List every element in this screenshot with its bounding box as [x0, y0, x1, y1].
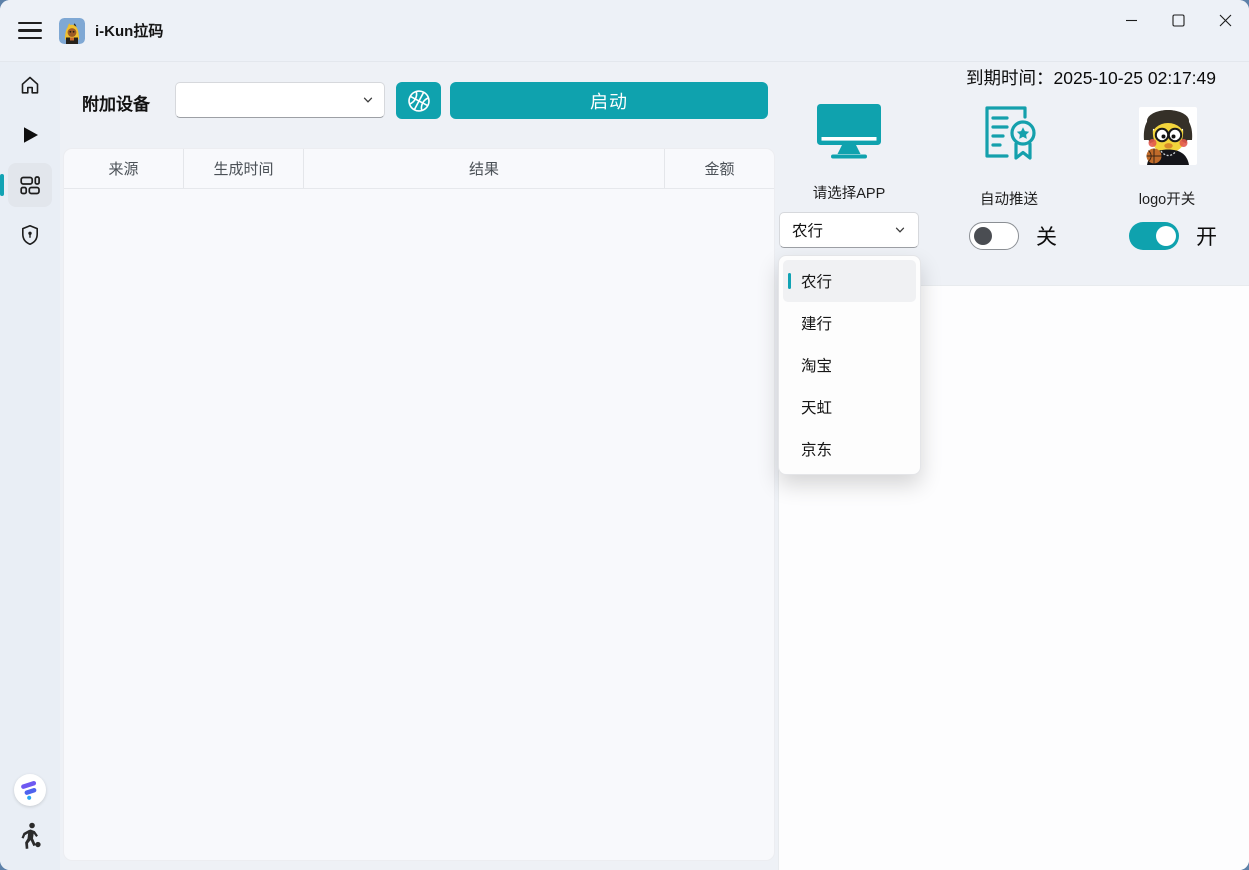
sidebar-bottom: [14, 774, 46, 858]
right-panel: 到期时间：2025-10-25 02:17:49 请选择APP 农行: [778, 62, 1249, 870]
maximize-button[interactable]: [1155, 0, 1202, 40]
column-header-time: 生成时间: [184, 149, 304, 188]
app-select-label: 请选择APP: [778, 182, 920, 203]
expiry-value: 2025-10-25 02:17:49: [1054, 68, 1217, 88]
start-button[interactable]: 启动: [450, 82, 768, 119]
device-label: 附加设备: [82, 90, 150, 115]
chevron-down-icon: [362, 94, 374, 106]
dropdown-option-tianhong[interactable]: 天虹: [779, 386, 920, 428]
dashboard-grid-icon: [18, 173, 42, 197]
toggle-knob: [974, 227, 992, 245]
titlebar: i-Kun拉码: [0, 0, 1249, 62]
certificate-icon: [981, 104, 1041, 166]
dropdown-option-jingdong[interactable]: 京东: [779, 428, 920, 470]
app-select-value: 农行: [792, 219, 823, 241]
basketball-icon: [406, 88, 432, 114]
expiry-time: 到期时间：2025-10-25 02:17:49: [966, 65, 1216, 90]
play-icon: [18, 123, 42, 147]
menu-icon[interactable]: [18, 21, 44, 41]
sidebar-item-flomo[interactable]: [14, 774, 46, 806]
dropdown-option-nonghang[interactable]: 农行: [783, 260, 916, 302]
auto-push-label: 自动推送: [938, 188, 1080, 209]
basketball-player-icon: [17, 822, 44, 853]
chevron-down-icon: [894, 224, 906, 236]
logo-switch-row: 开: [1129, 221, 1217, 251]
app-select-dropdown: 农行 建行 淘宝 天虹 京东: [778, 255, 921, 475]
column-header-result: 结果: [304, 149, 665, 188]
home-icon: [18, 73, 42, 97]
toggle-knob: [1156, 226, 1176, 246]
sidebar-item-security[interactable]: [8, 213, 52, 257]
table-header-row: 来源 生成时间 结果 金额: [64, 149, 774, 189]
sidebar: [0, 62, 60, 870]
app-select[interactable]: 农行: [779, 212, 919, 248]
sidebar-item-player[interactable]: [17, 822, 44, 858]
maximize-icon: [1172, 14, 1185, 27]
results-table: 来源 生成时间 结果 金额: [63, 148, 775, 861]
kun-avatar-image: [1139, 107, 1197, 165]
minimize-icon: [1125, 14, 1138, 27]
auto-push-toggle[interactable]: [969, 222, 1019, 250]
shield-keyhole-icon: [18, 223, 42, 247]
column-header-source: 来源: [64, 149, 184, 188]
device-select[interactable]: [175, 82, 385, 118]
main-area: 附加设备 启动 来源 生成时间 结果: [60, 62, 778, 870]
minimize-button[interactable]: [1108, 0, 1155, 40]
column-header-amount: 金额: [665, 149, 774, 188]
app-window: i-Kun拉码: [0, 0, 1249, 870]
sidebar-item-home[interactable]: [8, 63, 52, 107]
expiry-label: 到期时间：: [966, 68, 1054, 88]
close-icon: [1219, 14, 1232, 27]
dropdown-option-taobao[interactable]: 淘宝: [779, 344, 920, 386]
basketball-button[interactable]: [396, 82, 441, 119]
logo-switch-label: logo开关: [1097, 188, 1237, 209]
monitor-icon: [814, 103, 884, 161]
sidebar-item-dashboard[interactable]: [8, 163, 52, 207]
logo-switch-state: 开: [1196, 221, 1217, 251]
close-button[interactable]: [1202, 0, 1249, 40]
app-logo-icon: [59, 18, 85, 44]
window-title: i-Kun拉码: [95, 20, 163, 41]
auto-push-row: 关: [969, 221, 1057, 251]
auto-push-state: 关: [1036, 221, 1057, 251]
logo-switch-toggle[interactable]: [1129, 222, 1179, 250]
dropdown-option-jianhang[interactable]: 建行: [779, 302, 920, 344]
window-controls: [1108, 0, 1249, 61]
flomo-logo-icon: [15, 775, 45, 805]
sidebar-item-run[interactable]: [8, 113, 52, 157]
